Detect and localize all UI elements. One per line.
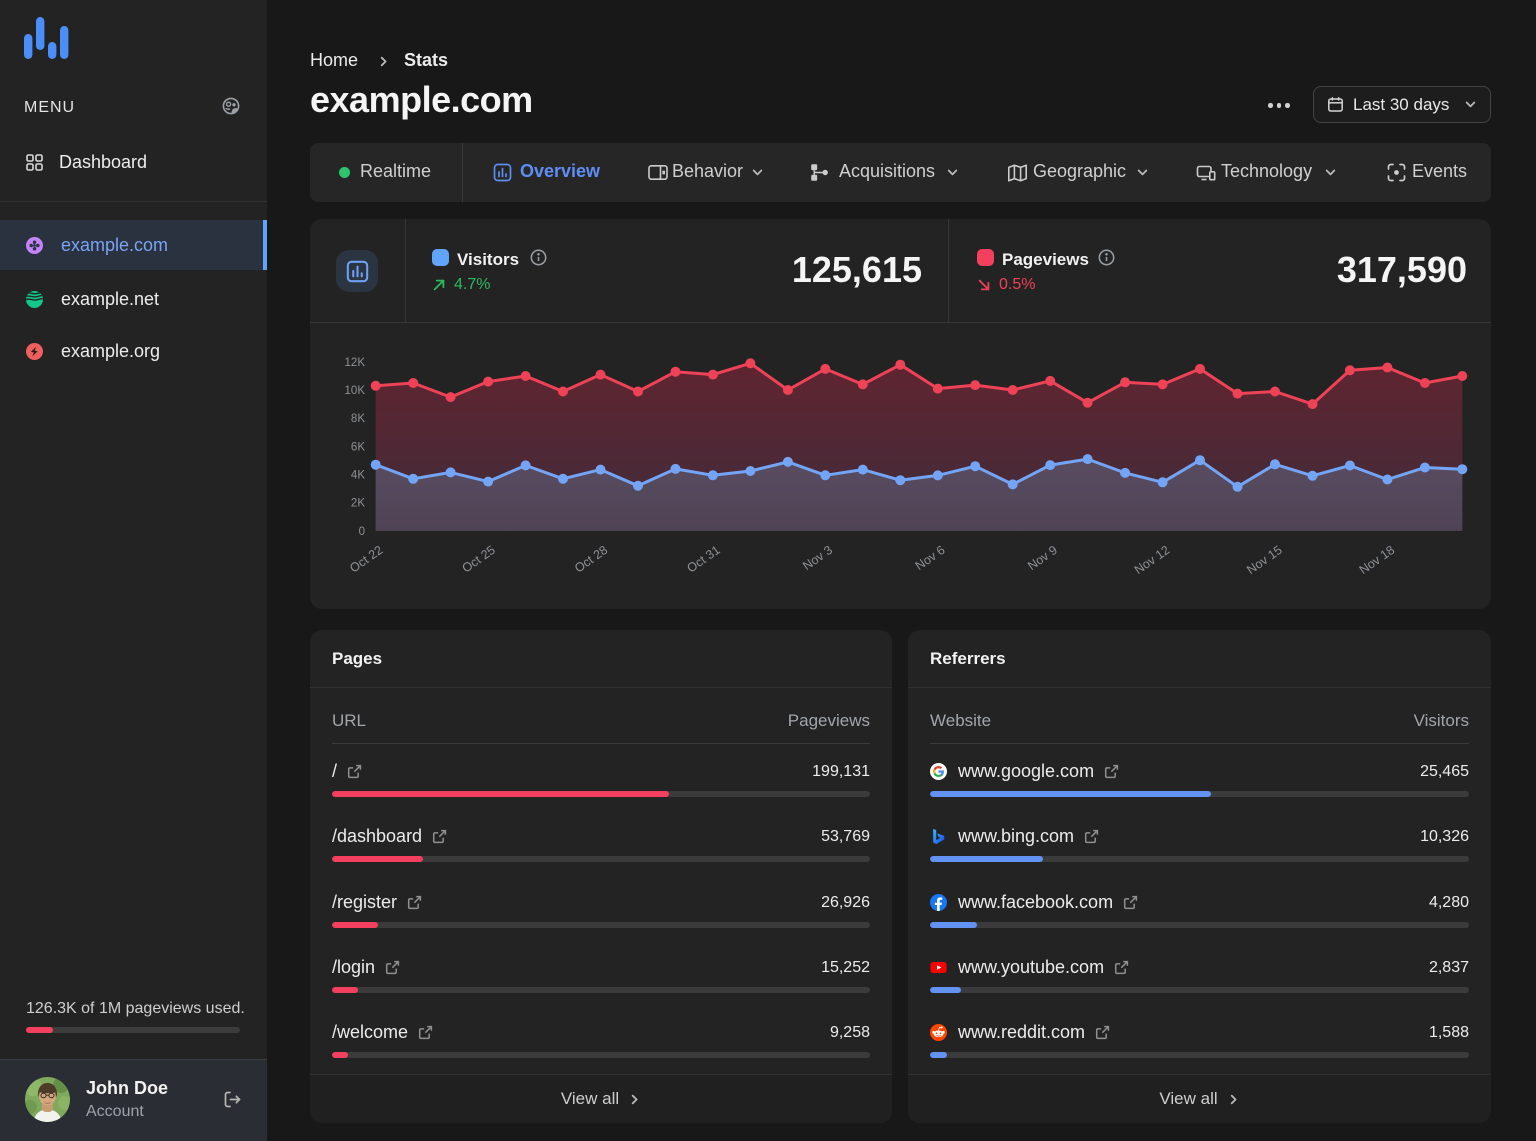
svg-text:12K: 12K [345,357,366,369]
svg-text:Nov 3: Nov 3 [800,543,835,573]
svg-text:Nov 18: Nov 18 [1357,543,1398,577]
svg-text:Oct 31: Oct 31 [684,543,722,576]
svg-text:Oct 25: Oct 25 [460,543,498,576]
svg-text:0: 0 [359,526,365,538]
svg-text:Oct 22: Oct 22 [347,543,385,576]
svg-text:Nov 15: Nov 15 [1244,543,1285,577]
svg-text:8K: 8K [351,413,365,425]
svg-text:Oct 28: Oct 28 [572,543,610,576]
svg-text:Nov 6: Nov 6 [913,543,948,573]
svg-text:10K: 10K [345,385,366,397]
svg-text:Nov 12: Nov 12 [1132,543,1173,577]
svg-text:4K: 4K [351,470,365,482]
svg-text:6K: 6K [351,441,365,453]
svg-text:Nov 9: Nov 9 [1025,543,1060,573]
svg-text:2K: 2K [351,498,365,510]
